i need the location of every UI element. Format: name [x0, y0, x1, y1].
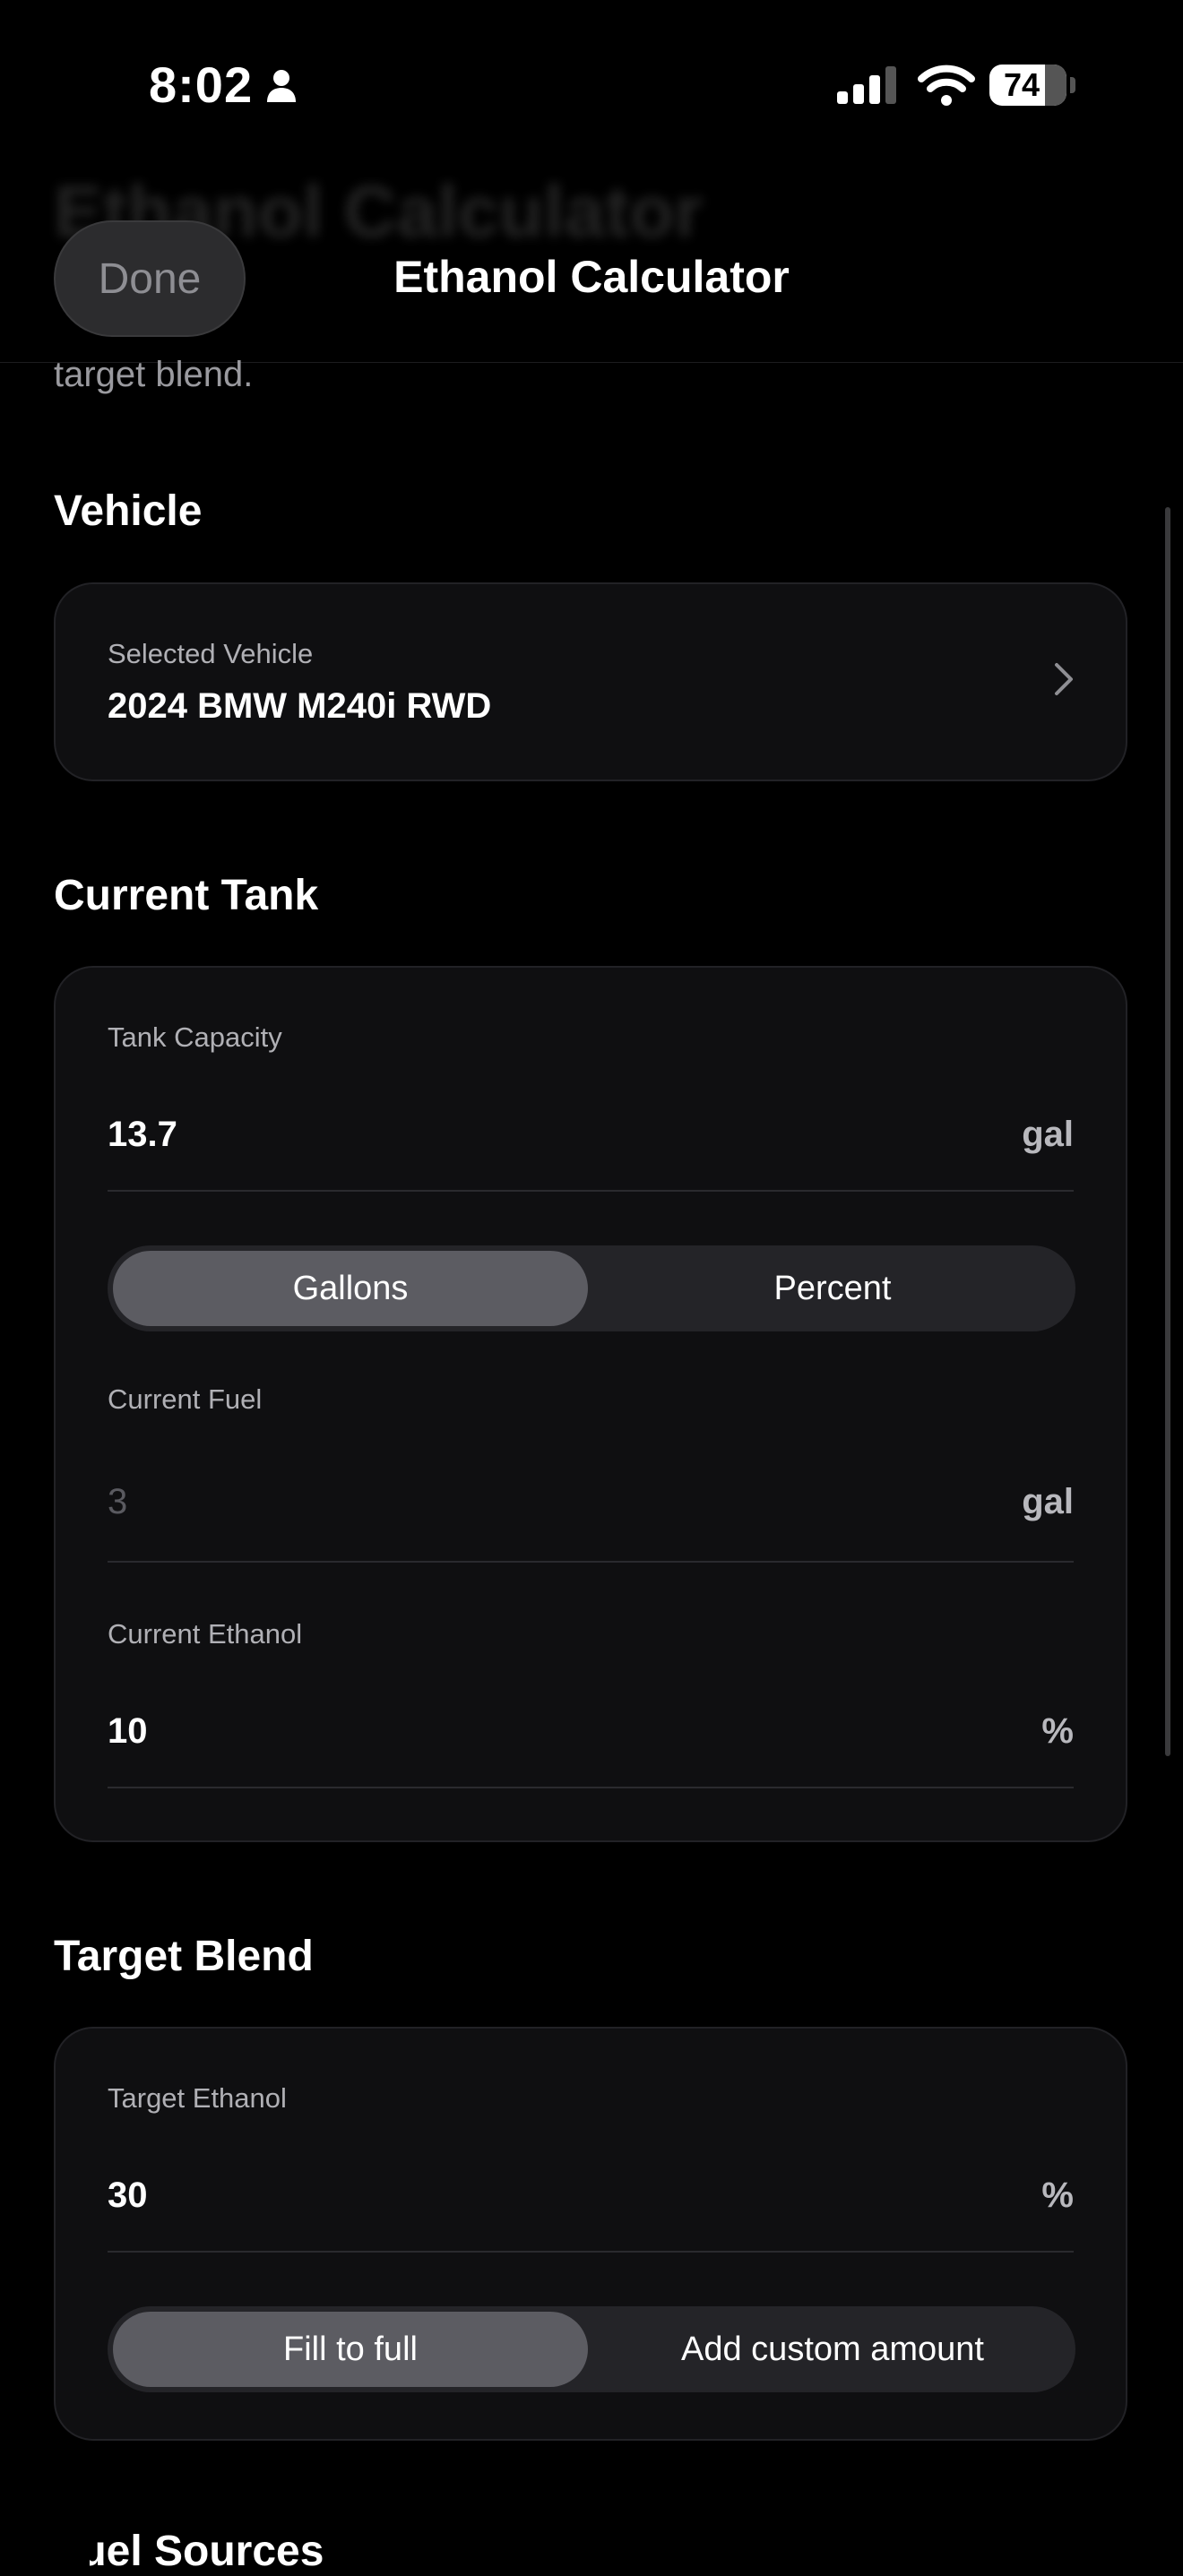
status-bar: 8:02 74: [0, 0, 1183, 170]
current-fuel-input[interactable]: 3: [108, 1482, 127, 1522]
scrollbar[interactable]: [1165, 507, 1170, 1756]
cellular-signal-icon: [837, 66, 896, 104]
person-icon: [267, 70, 296, 102]
divider: [108, 1561, 1074, 1563]
current-ethanol-input[interactable]: 10: [108, 1711, 148, 1752]
target-ethanol-unit: %: [1041, 2175, 1074, 2215]
target-blend-section-title: Target Blend: [54, 1933, 314, 1980]
wifi-icon: [918, 65, 975, 106]
status-time: 8:02: [149, 56, 254, 113]
description-text: target blend.: [54, 355, 254, 394]
fuel-sources-section-title: Fuel Sources: [54, 2528, 324, 2575]
selected-vehicle-label: Selected Vehicle: [108, 638, 314, 669]
divider: [108, 2251, 1074, 2253]
divider: [108, 1190, 1074, 1192]
current-fuel-label: Current Fuel: [108, 1383, 263, 1415]
battery-level: 74: [1003, 66, 1041, 103]
segment-add-custom-amount[interactable]: Add custom amount: [595, 2312, 1070, 2387]
fuel-mode-segmented-control: Gallons Percent: [108, 1245, 1075, 1331]
tank-capacity-label: Tank Capacity: [108, 1021, 282, 1053]
vehicle-section-title: Vehicle: [54, 487, 203, 535]
current-fuel-unit: gal: [1022, 1482, 1074, 1521]
tank-capacity-unit: gal: [1022, 1115, 1074, 1154]
fill-mode-segmented-control: Fill to full Add custom amount: [108, 2306, 1075, 2392]
selected-vehicle-value: 2024 BMW M240i RWD: [108, 686, 492, 726]
target-ethanol-label: Target Ethanol: [108, 2082, 287, 2114]
current-ethanol-label: Current Ethanol: [108, 1618, 303, 1650]
divider: [108, 1787, 1074, 1788]
segment-fill-to-full[interactable]: Fill to full: [113, 2312, 588, 2387]
segment-percent[interactable]: Percent: [595, 1251, 1070, 1326]
tank-capacity-input[interactable]: 13.7: [108, 1115, 177, 1155]
nav-title: Ethanol Calculator: [393, 252, 790, 302]
battery-nub: [1070, 77, 1075, 93]
target-ethanol-input[interactable]: 30: [108, 2175, 148, 2216]
battery-icon: 74: [989, 65, 1066, 106]
target-blend-card: Target Ethanol 30 % Fill to full Add cus…: [54, 2027, 1127, 2441]
vehicle-selector-card[interactable]: Selected Vehicle 2024 BMW M240i RWD: [54, 582, 1127, 781]
segment-gallons[interactable]: Gallons: [113, 1251, 588, 1326]
current-ethanol-unit: %: [1041, 1711, 1074, 1751]
chevron-right-icon: [1055, 663, 1073, 695]
current-tank-card: Tank Capacity 13.7 gal Gallons Percent C…: [54, 966, 1127, 1842]
current-tank-section-title: Current Tank: [54, 872, 319, 919]
